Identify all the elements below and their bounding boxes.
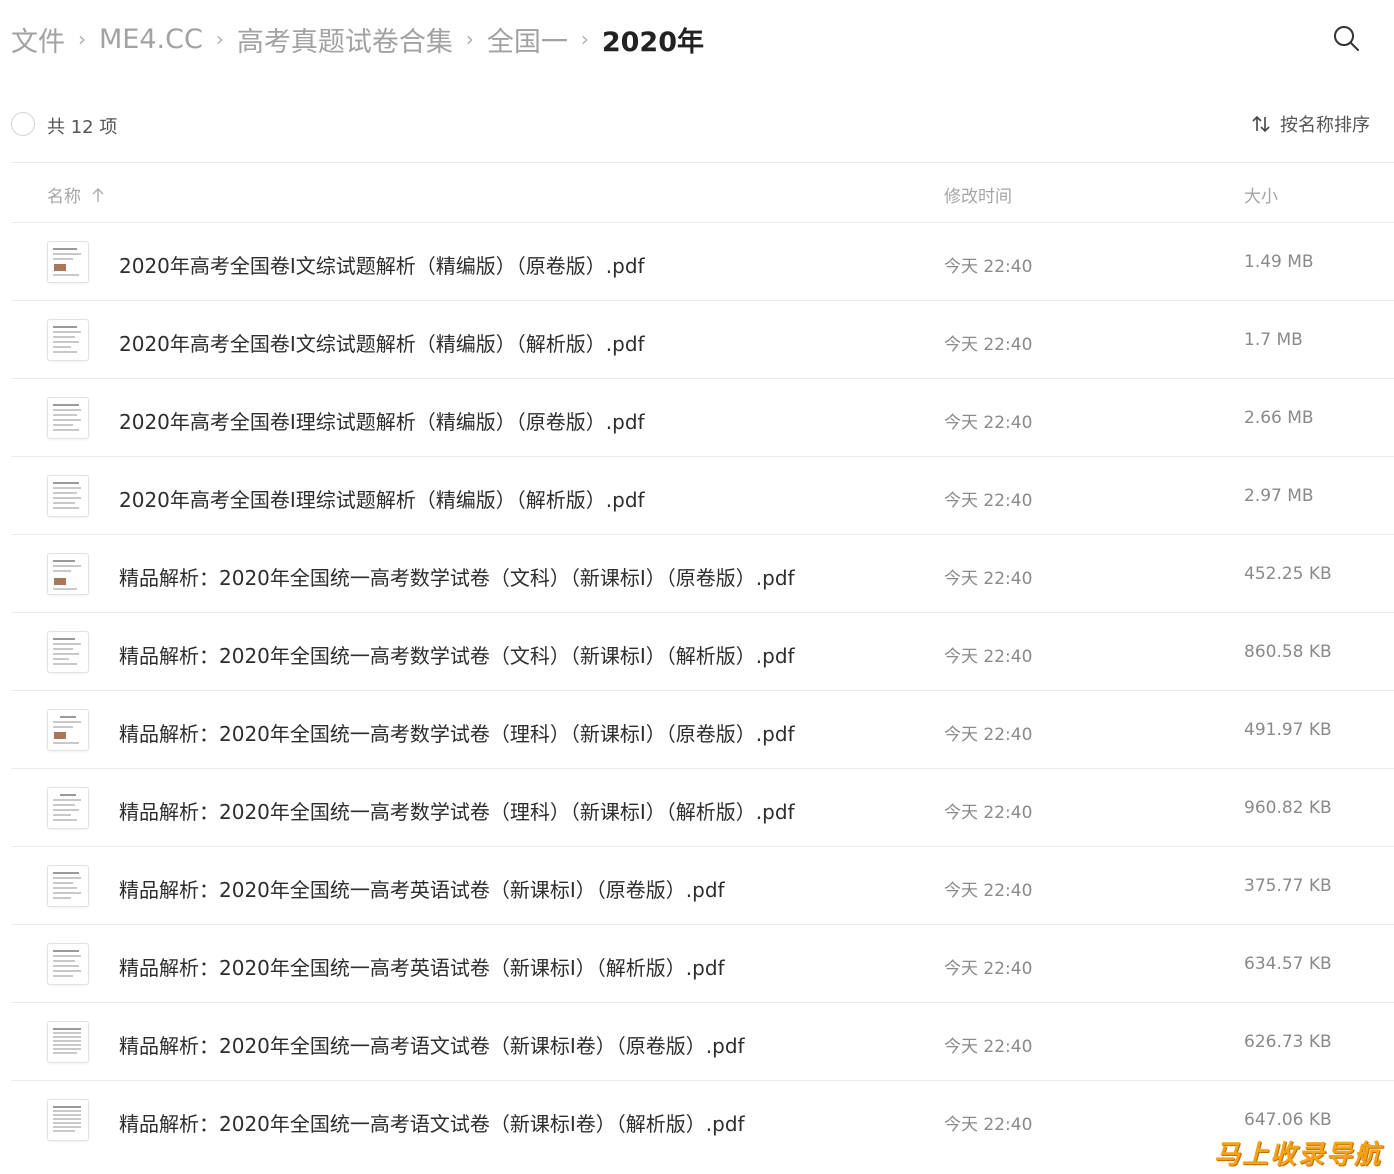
file-mtime: 今天 22:40 — [944, 803, 1033, 823]
file-row[interactable]: 精品解析：2020年全国统一高考语文试卷（新课标Ⅰ卷）（原卷版）.pdf 今天 … — [11, 1003, 1394, 1081]
sort-arrows-icon — [1252, 115, 1270, 133]
breadcrumb-separator: › — [78, 27, 86, 51]
file-size: 860.58 KB — [1244, 642, 1332, 662]
file-row[interactable]: 精品解析：2020年全国统一高考英语试卷（新课标Ⅰ）（解析版）.pdf 今天 2… — [11, 925, 1394, 1003]
arrow-up-icon — [92, 187, 104, 202]
file-size: 1.49 MB — [1244, 252, 1314, 272]
pdf-thumbnail-icon — [47, 241, 89, 283]
file-size: 1.7 MB — [1244, 330, 1303, 350]
file-name: 2020年高考全国卷Ⅰ理综试题解析（精编版）（原卷版）.pdf — [119, 410, 645, 434]
pdf-thumbnail-icon — [47, 553, 89, 595]
file-size: 2.66 MB — [1244, 408, 1314, 428]
file-mtime: 今天 22:40 — [944, 569, 1033, 589]
breadcrumb-item-me4cc[interactable]: ME4.CC — [99, 24, 203, 55]
file-size: 634.57 KB — [1244, 954, 1332, 974]
pdf-thumbnail-icon — [47, 319, 89, 361]
column-name-label: 名称 — [47, 187, 81, 207]
file-mtime: 今天 22:40 — [944, 335, 1033, 355]
file-size: 491.97 KB — [1244, 720, 1332, 740]
file-name: 2020年高考全国卷Ⅰ理综试题解析（精编版）（解析版）.pdf — [119, 488, 645, 512]
breadcrumb: 文件 › ME4.CC › 高考真题试卷合集 › 全国一 › 2020年 — [11, 20, 704, 58]
file-row[interactable]: 精品解析：2020年全国统一高考数学试卷（理科）（新课标Ⅰ）（原卷版）.pdf … — [11, 691, 1394, 769]
file-name: 精品解析：2020年全国统一高考语文试卷（新课标Ⅰ卷）（原卷版）.pdf — [119, 1034, 745, 1058]
file-mtime: 今天 22:40 — [944, 257, 1033, 277]
file-name: 精品解析：2020年全国统一高考数学试卷（理科）（新课标Ⅰ）（解析版）.pdf — [119, 800, 795, 824]
file-row[interactable]: 精品解析：2020年全国统一高考数学试卷（文科）（新课标Ⅰ）（原卷版）.pdf … — [11, 535, 1394, 613]
file-row[interactable]: 精品解析：2020年全国统一高考数学试卷（理科）（新课标Ⅰ）（解析版）.pdf … — [11, 769, 1394, 847]
file-name: 精品解析：2020年全国统一高考语文试卷（新课标Ⅰ卷）（解析版）.pdf — [119, 1112, 745, 1136]
column-mtime-header[interactable]: 修改时间 — [944, 182, 1012, 207]
file-name: 精品解析：2020年全国统一高考数学试卷（理科）（新课标Ⅰ）（原卷版）.pdf — [119, 722, 795, 746]
breadcrumb-separator: › — [465, 27, 474, 51]
breadcrumb-item-national-one[interactable]: 全国一 — [487, 20, 568, 59]
file-row[interactable]: 精品解析：2020年全国统一高考语文试卷（新课标Ⅰ卷）（解析版）.pdf 今天 … — [11, 1081, 1394, 1159]
file-row[interactable]: 2020年高考全国卷Ⅰ文综试题解析（精编版）（解析版）.pdf 今天 22:40… — [11, 301, 1394, 379]
pdf-thumbnail-icon — [47, 1021, 89, 1063]
breadcrumb-separator: › — [215, 27, 224, 51]
file-mtime: 今天 22:40 — [944, 725, 1033, 745]
file-size: 375.77 KB — [1244, 876, 1332, 896]
sort-by-name-button[interactable]: 按名称排序 — [1250, 110, 1370, 138]
pdf-thumbnail-icon — [47, 865, 89, 907]
breadcrumb-item-exam-collection[interactable]: 高考真题试卷合集 — [237, 20, 453, 59]
file-size: 647.06 KB — [1244, 1110, 1332, 1130]
file-size: 452.25 KB — [1244, 564, 1332, 584]
pdf-thumbnail-icon — [47, 475, 89, 517]
item-count: 共 12 项 — [47, 117, 118, 138]
breadcrumb-item-current: 2020年 — [601, 26, 704, 58]
column-size-header[interactable]: 大小 — [1244, 182, 1278, 207]
file-name: 精品解析：2020年全国统一高考英语试卷（新课标Ⅰ）（解析版）.pdf — [119, 956, 725, 980]
file-name: 精品解析：2020年全国统一高考英语试卷（新课标Ⅰ）（原卷版）.pdf — [119, 878, 725, 902]
file-name: 2020年高考全国卷Ⅰ文综试题解析（精编版）（原卷版）.pdf — [119, 254, 645, 278]
file-size: 960.82 KB — [1244, 798, 1332, 818]
sort-label: 按名称排序 — [1280, 115, 1370, 136]
file-row[interactable]: 2020年高考全国卷Ⅰ理综试题解析（精编版）（原卷版）.pdf 今天 22:40… — [11, 379, 1394, 457]
column-header: 名称 修改时间 大小 — [11, 163, 1394, 222]
file-browser-page: 文件 › ME4.CC › 高考真题试卷合集 › 全国一 › 2020年 共 1… — [0, 0, 1394, 1174]
pdf-thumbnail-icon — [47, 631, 89, 673]
file-mtime: 今天 22:40 — [944, 1037, 1033, 1057]
search-icon — [1334, 26, 1359, 51]
file-row[interactable]: 2020年高考全国卷Ⅰ文综试题解析（精编版）（原卷版）.pdf 今天 22:40… — [11, 223, 1394, 301]
file-row[interactable]: 精品解析：2020年全国统一高考英语试卷（新课标Ⅰ）（原卷版）.pdf 今天 2… — [11, 847, 1394, 925]
search-button[interactable] — [1330, 22, 1364, 56]
file-mtime: 今天 22:40 — [944, 1115, 1033, 1135]
list-toolbar: 共 12 项 按名称排序 — [11, 104, 1394, 144]
file-mtime: 今天 22:40 — [944, 491, 1033, 511]
header: 文件 › ME4.CC › 高考真题试卷合集 › 全国一 › 2020年 — [0, 0, 1394, 78]
file-mtime: 今天 22:40 — [944, 413, 1033, 433]
column-name-header[interactable]: 名称 — [47, 182, 105, 207]
file-size: 2.97 MB — [1244, 486, 1314, 506]
pdf-thumbnail-icon — [47, 787, 89, 829]
file-mtime: 今天 22:40 — [944, 881, 1033, 901]
file-name: 精品解析：2020年全国统一高考数学试卷（文科）（新课标Ⅰ）（解析版）.pdf — [119, 644, 795, 668]
file-name: 精品解析：2020年全国统一高考数学试卷（文科）（新课标Ⅰ）（原卷版）.pdf — [119, 566, 795, 590]
breadcrumb-item-files[interactable]: 文件 — [11, 20, 65, 59]
pdf-thumbnail-icon — [47, 709, 89, 751]
file-mtime: 今天 22:40 — [944, 647, 1033, 667]
pdf-thumbnail-icon — [47, 397, 89, 439]
pdf-thumbnail-icon — [47, 943, 89, 985]
file-size: 626.73 KB — [1244, 1032, 1332, 1052]
file-name: 2020年高考全国卷Ⅰ文综试题解析（精编版）（解析版）.pdf — [119, 332, 645, 356]
select-all-checkbox[interactable] — [11, 112, 35, 136]
breadcrumb-separator: › — [580, 27, 589, 51]
file-mtime: 今天 22:40 — [944, 959, 1033, 979]
file-list: 2020年高考全国卷Ⅰ文综试题解析（精编版）（原卷版）.pdf 今天 22:40… — [11, 223, 1394, 1159]
pdf-thumbnail-icon — [47, 1099, 89, 1141]
watermark: 马上收录导航 — [1214, 1140, 1383, 1170]
file-row[interactable]: 精品解析：2020年全国统一高考数学试卷（文科）（新课标Ⅰ）（解析版）.pdf … — [11, 613, 1394, 691]
file-row[interactable]: 2020年高考全国卷Ⅰ理综试题解析（精编版）（解析版）.pdf 今天 22:40… — [11, 457, 1394, 535]
